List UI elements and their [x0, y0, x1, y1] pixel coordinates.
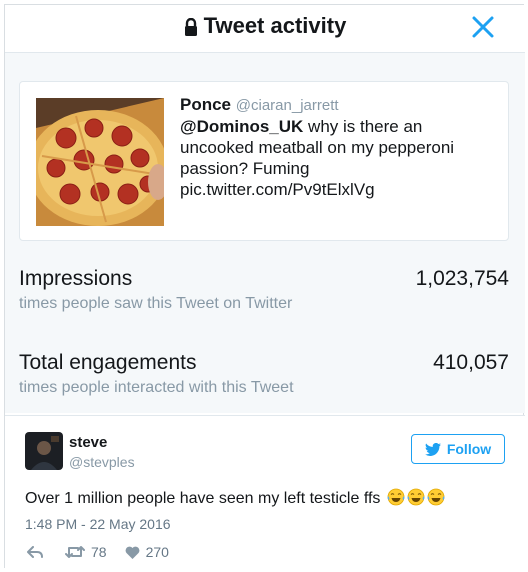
engagements-metric: Total engagements times people interacte…: [19, 351, 511, 397]
retweet-icon: [65, 546, 85, 558]
embedded-tweet[interactable]: Ponce @ciaran_jarrett @Dominos_UK why is…: [19, 81, 509, 241]
pizza-photo: [36, 98, 164, 226]
tweet-body: Ponce @ciaran_jarrett @Dominos_UK why is…: [180, 94, 500, 200]
tweet-link[interactable]: pic.twitter.com/Pv9tElxlVg: [180, 180, 375, 199]
reply-timestamp[interactable]: 1:48 PM - 22 May 2016: [25, 516, 171, 532]
modal-header: Tweet activity: [5, 5, 525, 53]
engagements-subtext: times people interacted with this Tweet: [19, 379, 294, 396]
tweet-actions: 78 270: [27, 544, 169, 560]
close-icon[interactable]: [469, 13, 497, 41]
like-action[interactable]: 270: [125, 544, 169, 560]
retweet-action[interactable]: 78: [65, 544, 107, 560]
reply-action[interactable]: [27, 546, 43, 558]
impressions-value: 1,023,754: [415, 267, 509, 290]
retweet-count: 78: [91, 544, 107, 560]
tweet-activity-screenshot: Tweet activity Ponce @ciaran_jarrett @Do…: [4, 4, 525, 569]
reply-tweet: steve @stevples Follow Over 1 million pe…: [5, 415, 525, 569]
tears-of-joy-emoji-icon: [387, 488, 405, 506]
impressions-subtext: times people saw this Tweet on Twitter: [19, 295, 293, 312]
reply-author-handle[interactable]: @stevples: [69, 454, 135, 470]
reply-author-name[interactable]: steve: [69, 434, 107, 451]
follow-button[interactable]: Follow: [411, 434, 505, 464]
activity-body: Ponce @ciaran_jarrett @Dominos_UK why is…: [5, 53, 525, 413]
modal-title-text: Tweet activity: [203, 13, 347, 38]
modal-title: Tweet activity: [5, 13, 525, 39]
twitter-bird-icon: [424, 442, 441, 456]
engagements-value: 410,057: [433, 351, 509, 374]
heart-icon: [125, 546, 139, 559]
reply-text: Over 1 million people have seen my left …: [25, 488, 445, 508]
tears-of-joy-emoji-icon: [427, 488, 445, 506]
like-count: 270: [145, 544, 169, 560]
tears-of-joy-emoji-icon: [407, 488, 425, 506]
tweet-mention[interactable]: @Dominos_UK: [180, 117, 303, 136]
tweet-author-name[interactable]: Ponce: [180, 95, 231, 114]
tweet-author-handle[interactable]: @ciaran_jarrett: [236, 97, 339, 114]
follow-label: Follow: [446, 441, 492, 457]
avatar[interactable]: [25, 432, 63, 470]
lock-icon: [184, 18, 197, 36]
reply-text-body: Over 1 million people have seen my left …: [25, 490, 381, 507]
impressions-metric: Impressions times people saw this Tweet …: [19, 267, 511, 313]
reply-icon: [27, 546, 43, 558]
